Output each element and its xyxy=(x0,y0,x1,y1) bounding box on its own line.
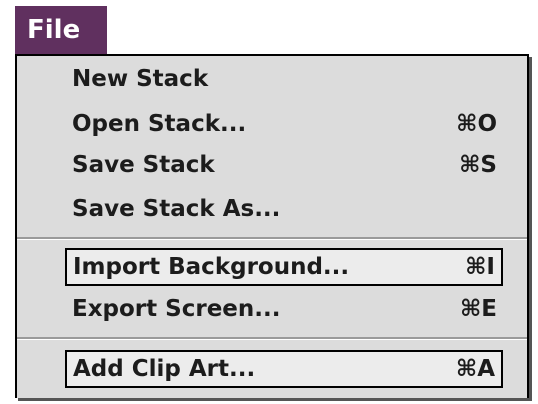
menu-item-save-stack[interactable]: Save Stack ⌘S xyxy=(72,147,497,183)
menu-item-save-stack-as[interactable]: Save Stack As... xyxy=(72,191,497,227)
menu-item-label: Import Background... xyxy=(73,254,350,280)
menu-item-label: Open Stack... xyxy=(72,111,247,137)
menu-item-add-clip-art[interactable]: Add Clip Art... ⌘A xyxy=(65,350,503,388)
menu-item-shortcut: ⌘O xyxy=(456,111,497,137)
menu-item-new-stack[interactable]: New Stack xyxy=(72,61,497,97)
menu-item-shortcut: ⌘I xyxy=(465,254,495,280)
menu-divider-highlight xyxy=(17,239,527,240)
menu-item-shortcut: ⌘S xyxy=(459,152,497,178)
menu-item-open-stack[interactable]: Open Stack... ⌘O xyxy=(72,106,497,142)
menu-item-export-screen[interactable]: Export Screen... ⌘E xyxy=(72,291,497,327)
menu-item-label: Save Stack xyxy=(72,152,215,178)
menu-divider-highlight xyxy=(17,339,527,340)
menu-item-label: Add Clip Art... xyxy=(73,356,256,382)
menu-item-shortcut: ⌘E xyxy=(459,296,497,322)
menu-item-shortcut: ⌘A xyxy=(455,356,495,382)
menu-item-label: New Stack xyxy=(72,66,209,92)
menu-item-import-background[interactable]: Import Background... ⌘I xyxy=(65,248,503,286)
file-menu-dropdown: New Stack Open Stack... ⌘O Save Stack ⌘S… xyxy=(15,54,529,398)
file-menu-title[interactable]: File xyxy=(15,6,107,54)
menu-item-label: Export Screen... xyxy=(72,296,281,322)
menu-item-label: Save Stack As... xyxy=(72,196,281,222)
